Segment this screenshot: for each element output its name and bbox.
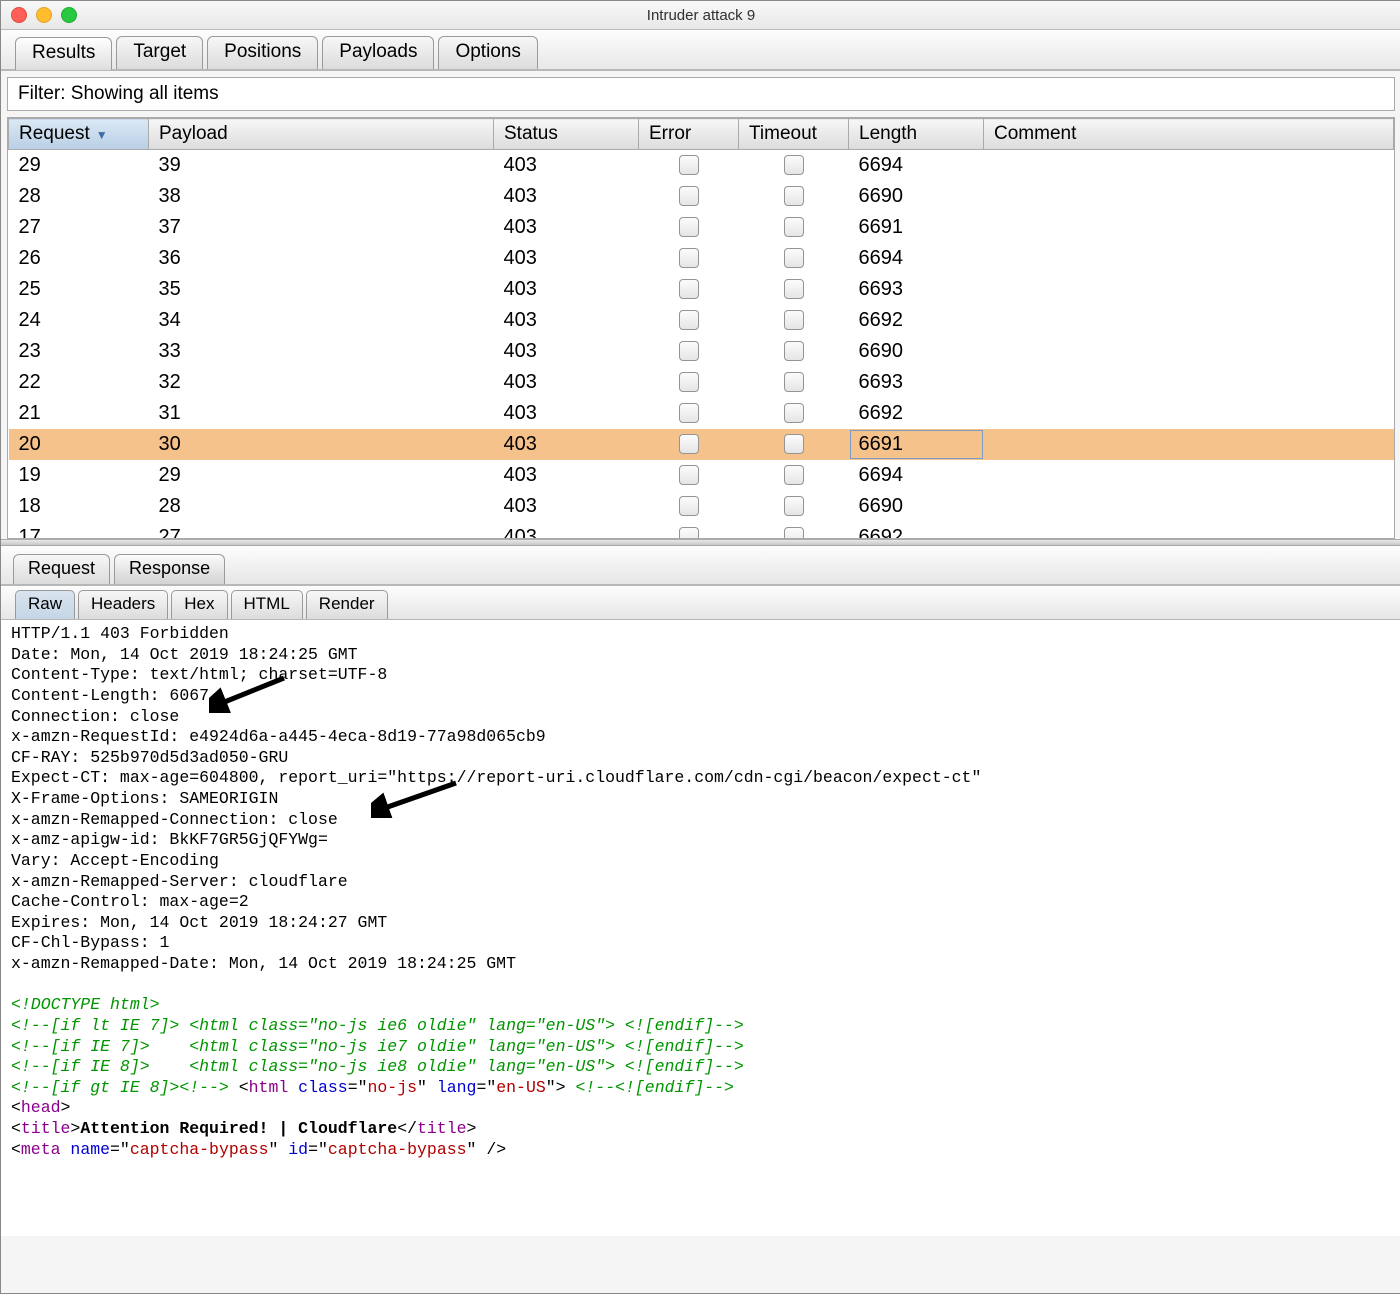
splitter[interactable] [1,539,1400,546]
checkbox-icon[interactable] [784,403,804,423]
checkbox-icon[interactable] [679,527,699,539]
table-row[interactable]: 27374036691 [9,212,1394,243]
col-status[interactable]: Status [494,119,639,150]
tab-payloads[interactable]: Payloads [322,36,434,69]
close-icon[interactable] [11,7,27,23]
minimize-icon[interactable] [36,7,52,23]
checkbox-icon[interactable] [679,279,699,299]
tab-target[interactable]: Target [116,36,203,69]
traffic-lights [11,7,77,23]
window-title: Intruder attack 9 [1,7,1400,24]
checkbox-icon[interactable] [679,372,699,392]
raw-response[interactable]: HTTP/1.1 403 Forbidden Date: Mon, 14 Oct… [1,620,1400,1236]
tab-positions[interactable]: Positions [207,36,318,69]
viewtab-raw[interactable]: Raw [15,590,75,619]
checkbox-icon[interactable] [784,527,804,539]
viewtab-render[interactable]: Render [306,590,388,619]
tab-options[interactable]: Options [438,36,537,69]
col-payload[interactable]: Payload [149,119,494,150]
intruder-window: Intruder attack 9 Results Target Positio… [0,0,1400,1294]
checkbox-icon[interactable] [784,217,804,237]
checkbox-icon[interactable] [679,186,699,206]
col-request[interactable]: Request▼ [9,119,149,150]
col-timeout[interactable]: Timeout [739,119,849,150]
table-row[interactable]: 18284036690 [9,491,1394,522]
table-row[interactable]: 26364036694 [9,243,1394,274]
checkbox-icon[interactable] [784,465,804,485]
table-row[interactable]: 21314036692 [9,398,1394,429]
inspector-tabs: Request Response [1,546,1400,586]
table-row[interactable]: 23334036690 [9,336,1394,367]
tab-response[interactable]: Response [114,554,225,584]
viewtab-hex[interactable]: Hex [171,590,227,619]
checkbox-icon[interactable] [679,465,699,485]
viewtab-headers[interactable]: Headers [78,590,168,619]
main-tabs: Results Target Positions Payloads Option… [1,30,1400,71]
checkbox-icon[interactable] [679,434,699,454]
annotation-arrow-icon [371,778,461,818]
table-row[interactable]: 28384036690 [9,181,1394,212]
tab-results[interactable]: Results [15,37,112,70]
annotation-arrow-icon [209,673,289,713]
sort-desc-icon: ▼ [96,128,108,142]
filter-bar[interactable]: Filter: Showing all items [7,77,1395,111]
checkbox-icon[interactable] [679,496,699,516]
results-table: Request▼ Payload Status Error Timeout Le… [7,117,1395,539]
table-row[interactable]: 25354036693 [9,274,1394,305]
checkbox-icon[interactable] [679,248,699,268]
titlebar: Intruder attack 9 [1,1,1400,30]
checkbox-icon[interactable] [679,403,699,423]
checkbox-icon[interactable] [784,372,804,392]
checkbox-icon[interactable] [784,279,804,299]
table-row[interactable]: 19294036694 [9,460,1394,491]
table-row[interactable]: 24344036692 [9,305,1394,336]
tab-request[interactable]: Request [13,554,110,584]
checkbox-icon[interactable] [784,496,804,516]
viewtab-html[interactable]: HTML [231,590,303,619]
checkbox-icon[interactable] [679,310,699,330]
checkbox-icon[interactable] [784,155,804,175]
table-row[interactable]: 29394036694 [9,150,1394,181]
checkbox-icon[interactable] [784,248,804,268]
checkbox-icon[interactable] [784,434,804,454]
table-row[interactable]: 17274036692 [9,522,1394,540]
col-comment[interactable]: Comment [984,119,1394,150]
col-length[interactable]: Length [849,119,984,150]
table-row[interactable]: 20304036691 [9,429,1394,460]
table-row[interactable]: 22324036693 [9,367,1394,398]
checkbox-icon[interactable] [679,341,699,361]
checkbox-icon[interactable] [784,186,804,206]
checkbox-icon[interactable] [679,155,699,175]
view-tabs: Raw Headers Hex HTML Render [1,586,1400,620]
checkbox-icon[interactable] [679,217,699,237]
col-error[interactable]: Error [639,119,739,150]
checkbox-icon[interactable] [784,310,804,330]
checkbox-icon[interactable] [784,341,804,361]
fullscreen-icon[interactable] [61,7,77,23]
